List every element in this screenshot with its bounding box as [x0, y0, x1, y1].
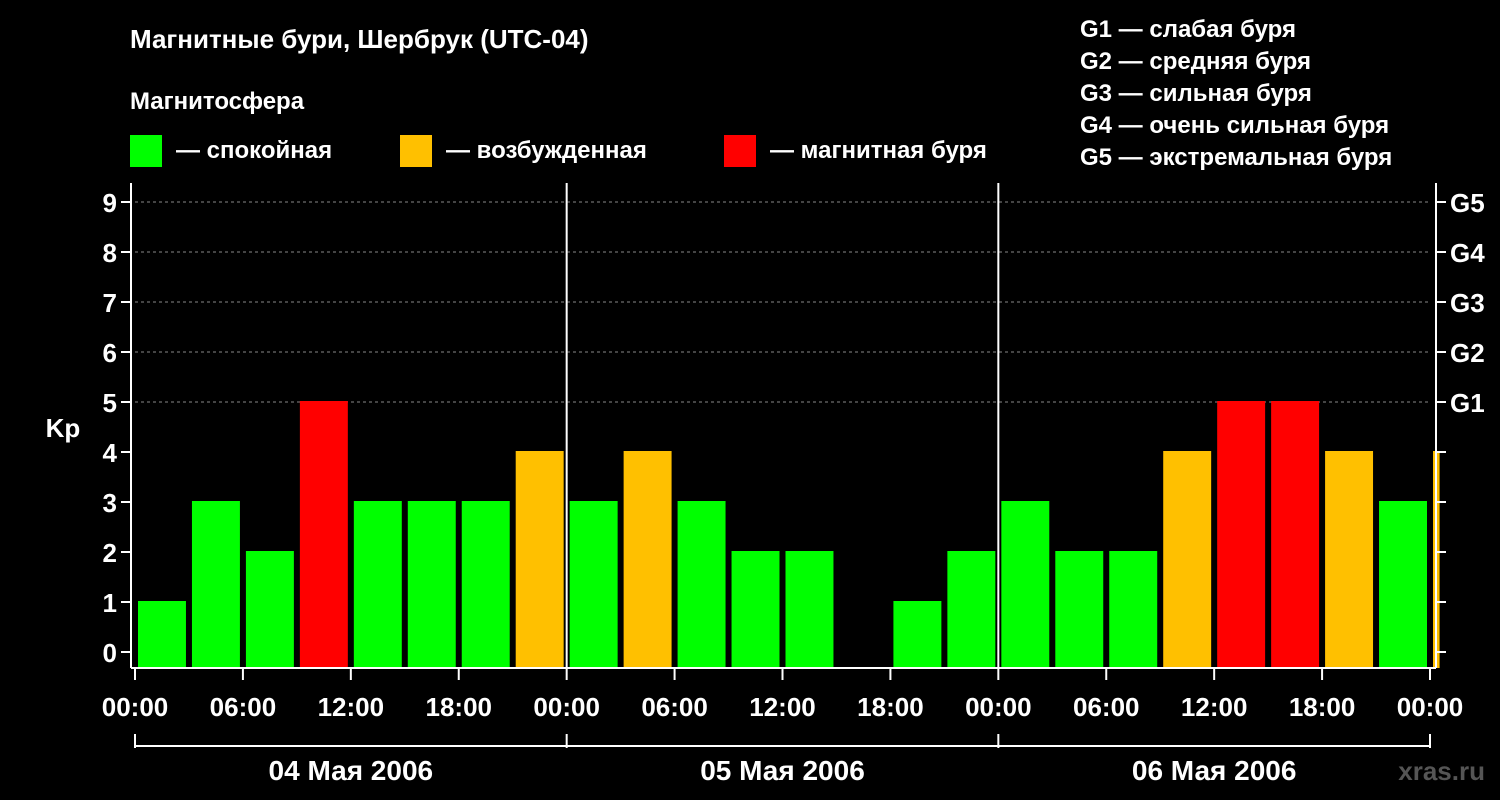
legend-label-quiet: — спокойная: [176, 137, 332, 164]
g-axis-label: G1: [1450, 388, 1485, 418]
y-tick-label: 9: [103, 188, 117, 218]
kp-bar: [1109, 551, 1158, 668]
g-axis-label: G4: [1450, 238, 1485, 268]
kp-bar: [138, 601, 186, 668]
x-tick-label: 00:00: [533, 692, 600, 722]
watermark: xras.ru: [1398, 756, 1485, 786]
y-tick-label: 0: [103, 638, 117, 668]
kp-bar: [1325, 451, 1374, 668]
chart-title: Магнитные бури, Шербрук (UTC-04): [130, 24, 589, 54]
legend-swatch-quiet: [130, 135, 162, 167]
kp-bar: [245, 551, 294, 668]
kp-bar: [731, 551, 780, 668]
y-axis-label: Kp: [46, 413, 81, 443]
kp-bar: [947, 551, 996, 668]
y-tick-label: 3: [103, 488, 117, 518]
kp-bar: [1217, 401, 1266, 668]
legend-title: Магнитосфера: [130, 88, 305, 115]
y-tick-label: 5: [103, 388, 117, 418]
legend: — спокойная — возбужденная — магнитная бур…: [130, 135, 987, 167]
kp-bar: [1379, 501, 1427, 668]
gridlines: [135, 201, 1430, 403]
x-tick-label: 00:00: [102, 692, 169, 722]
kp-bar: [785, 551, 834, 668]
g-axis-label: G3: [1450, 288, 1485, 318]
legend-label-disturbed: — возбужденная: [446, 137, 647, 164]
g-axis-label: G2: [1450, 338, 1485, 368]
x-tick-label: 00:00: [1397, 692, 1464, 722]
kp-bar: [353, 501, 402, 668]
kp-bar: [1163, 451, 1212, 668]
y-tick-label: 8: [103, 238, 117, 268]
kp-bar: [1271, 401, 1320, 668]
kp-bar: [1055, 551, 1104, 668]
kp-bar: [299, 401, 348, 668]
kp-bar: [1001, 501, 1050, 668]
y-tick-label: 4: [103, 438, 118, 468]
y-tick-label: 7: [103, 288, 117, 318]
kp-bar: [407, 501, 456, 668]
x-tick-label: 18:00: [426, 692, 493, 722]
bars: [138, 401, 1440, 668]
x-tick-label: 18:00: [1289, 692, 1356, 722]
y-tick-label: 6: [103, 338, 117, 368]
kp-bar: [515, 451, 564, 668]
x-tick-label: 06:00: [1073, 692, 1140, 722]
x-tick-label: 06:00: [210, 692, 277, 722]
legend-label-storm: — магнитная буря: [770, 137, 987, 164]
g-legend-line: G3 — сильная буря: [1080, 80, 1312, 107]
x-tick-label: 18:00: [857, 692, 924, 722]
x-tick-label: 12:00: [318, 692, 385, 722]
g-legend-line: G4 — очень сильная буря: [1080, 112, 1389, 139]
y-tick-label: 1: [103, 588, 117, 618]
kp-bar: [893, 601, 942, 668]
y-tick-label: 2: [103, 538, 117, 568]
x-tick-label: 12:00: [1181, 692, 1248, 722]
kp-bar: [569, 501, 618, 668]
day-label: 06 Мая 2006: [1132, 755, 1297, 786]
g-legend-line: G5 — экстремальная буря: [1080, 144, 1392, 171]
g-legend-line: G1 — слабая буря: [1080, 16, 1296, 43]
kp-bar: [677, 501, 726, 668]
kp-bar: [623, 451, 672, 668]
g-axis-label: G5: [1450, 188, 1485, 218]
day-label: 05 Мая 2006: [700, 755, 865, 786]
day-label: 04 Мая 2006: [269, 755, 434, 786]
legend-swatch-disturbed: [400, 135, 432, 167]
g-legend-line: G2 — средняя буря: [1080, 48, 1311, 75]
x-tick-label: 12:00: [749, 692, 816, 722]
legend-swatch-storm: [724, 135, 756, 167]
g-scale-legend: G1 — слабая буря G2 — средняя буря G3 — си…: [1080, 16, 1392, 171]
x-tick-label: 00:00: [965, 692, 1032, 722]
kp-chart: Магнитные бури, Шербрук (UTC-04) Магнито…: [46, 16, 1486, 786]
kp-bar: [191, 501, 240, 668]
kp-bar: [461, 501, 510, 668]
x-tick-label: 06:00: [641, 692, 708, 722]
